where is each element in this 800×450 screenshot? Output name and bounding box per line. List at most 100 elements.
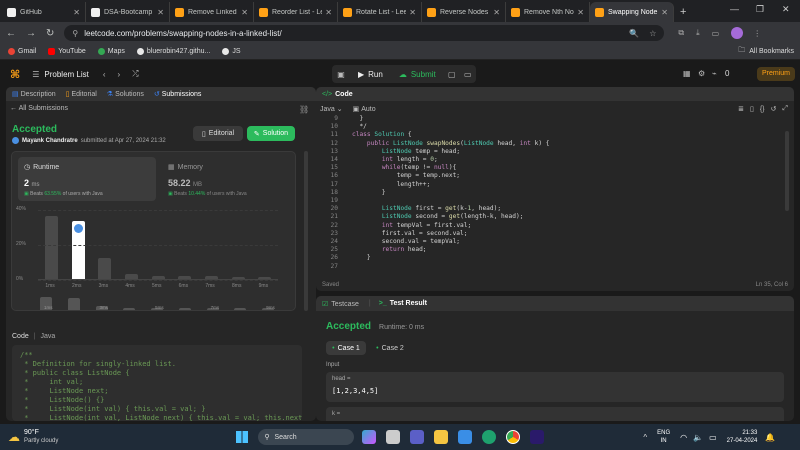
next-problem-icon[interactable]: › (118, 70, 121, 79)
format-icon[interactable]: ≣ (738, 105, 744, 113)
browser-tab[interactable]: Reorder List - Lee✕ (254, 2, 338, 22)
chart-range-slider[interactable]: 1ms 3ms 5ms 7ms 9ms (34, 295, 284, 310)
maximize-icon[interactable]: ❐ (756, 4, 764, 15)
tab-testcase[interactable]: ☑ Testcase (322, 300, 359, 308)
taskbar-search[interactable]: ⚲ Search (258, 429, 355, 445)
leetcode-logo[interactable]: ⌘ (10, 68, 20, 81)
tab-description[interactable]: ▤ Description (12, 90, 56, 98)
browser-tab[interactable]: Swapping Node ✕ (590, 2, 674, 22)
back-icon[interactable]: ← (6, 28, 16, 39)
browser-tab[interactable]: Reverse Nodes i ✕ (422, 2, 506, 22)
editorial-button[interactable]: ▯ Editorial (193, 126, 243, 141)
bar[interactable] (178, 275, 192, 279)
bar[interactable] (151, 275, 165, 279)
bookmark-js[interactable]: JS (222, 48, 241, 55)
edge-icon[interactable] (482, 430, 497, 444)
chrome-icon[interactable] (506, 430, 521, 444)
zoom-icon[interactable]: 🔍 (629, 29, 639, 38)
debug-icon[interactable]: ▣ (332, 70, 350, 79)
reload-icon[interactable]: ↻ (46, 28, 54, 39)
vscode-icon[interactable] (530, 430, 545, 444)
forward-icon[interactable]: → (26, 28, 36, 39)
tab-close-icon[interactable]: ✕ (241, 8, 248, 17)
case-1-tab[interactable]: • Case 1 (326, 341, 366, 355)
bar[interactable] (258, 277, 272, 279)
tab-test-result[interactable]: >_ Test Result (379, 300, 427, 307)
premium-button[interactable]: Premium (757, 67, 795, 81)
submit-button[interactable]: ☁ Submit (391, 70, 444, 79)
prev-problem-icon[interactable]: ‹ (103, 70, 106, 79)
tab-close-icon[interactable]: ✕ (325, 8, 332, 17)
input-language[interactable]: ENG IN (657, 429, 670, 445)
browser-tab[interactable]: GitHub ✕ (2, 2, 86, 22)
tab-close-icon[interactable]: ✕ (409, 8, 416, 17)
bookmark-youtube[interactable]: YouTube (48, 48, 86, 55)
download-icon[interactable]: ⤓ (696, 28, 700, 38)
windows-start-icon[interactable] (236, 431, 249, 443)
run-button[interactable]: ▶ Run (350, 70, 391, 79)
new-tab-button[interactable]: + (680, 6, 686, 18)
auto-mode-toggle[interactable]: ▣ Auto (353, 105, 376, 113)
language-select[interactable]: Java ⌄ (320, 105, 343, 113)
settings-icon[interactable]: ⚙ (698, 69, 705, 78)
runtime-card[interactable]: ◷ Runtime 2 ms ▣ Beats 63.55% of users wi… (18, 157, 156, 201)
profile-avatar[interactable] (731, 27, 744, 39)
tab-close-icon[interactable]: ✕ (661, 8, 668, 17)
feedback-icon[interactable]: ▭ (460, 70, 476, 79)
all-submissions-link[interactable]: ← All Submissions (10, 105, 68, 112)
browser-tab[interactable]: Remove Nth No ✕ (506, 2, 590, 22)
editor-scrollbar[interactable] (785, 131, 789, 211)
file-explorer-icon[interactable] (434, 430, 449, 444)
copilot-icon[interactable] (362, 430, 377, 444)
bar[interactable] (204, 275, 218, 279)
bar[interactable] (44, 216, 58, 279)
left-scrollbar[interactable] (304, 151, 308, 311)
problem-list-icon[interactable]: ☰ (32, 70, 39, 79)
tab-close-icon[interactable]: ✕ (73, 8, 80, 17)
notifications-icon[interactable]: 🔔 (765, 433, 775, 442)
tray-chevron-icon[interactable]: ^ (643, 433, 647, 442)
weather-icon[interactable]: ☁ (8, 430, 20, 444)
tab-close-icon[interactable]: ✕ (157, 8, 164, 17)
tab-close-icon[interactable]: ✕ (577, 8, 584, 17)
store-icon[interactable] (458, 430, 473, 444)
bar[interactable] (124, 273, 138, 279)
tab-close-icon[interactable]: ✕ (493, 8, 500, 17)
memory-card[interactable]: ▦ Memory 58.22 MB ▣ Beats 10.44% of users… (162, 157, 290, 201)
site-info-icon[interactable]: ⚲ (72, 29, 78, 38)
bar[interactable] (98, 258, 112, 279)
teams-icon[interactable] (410, 430, 425, 444)
case-2-tab[interactable]: • Case 2 (370, 341, 410, 355)
browser-tab[interactable]: DSA-Bootcamp ✕ (86, 2, 170, 22)
browser-tab[interactable]: Rotate List - Leet ✕ (338, 2, 422, 22)
bookmark-star-icon[interactable]: ☆ (649, 29, 656, 38)
chrome-menu-icon[interactable]: ⋮ (753, 29, 761, 38)
tab-editorial[interactable]: ▯ Editorial (66, 90, 97, 98)
meet-icon[interactable] (386, 430, 401, 444)
solution-button[interactable]: ✎ Solution (247, 126, 295, 141)
close-window-icon[interactable]: ✕ (782, 4, 790, 15)
bookmark-maps[interactable]: Maps (97, 48, 125, 55)
browser-tab[interactable]: Remove Linked L ✕ (170, 2, 254, 22)
wifi-icon[interactable]: ◠ (680, 433, 687, 442)
url-field[interactable]: ⚲ leetcode.com/problems/swapping-nodes-i… (64, 25, 665, 41)
braces-icon[interactable]: {} (760, 106, 765, 113)
layout-icon[interactable]: ▦ (683, 69, 691, 78)
minimize-icon[interactable]: — (730, 4, 739, 14)
extension-icon[interactable]: ⧉ (678, 28, 684, 38)
link-icon[interactable]: ⛓ (299, 105, 309, 114)
shuffle-icon[interactable]: ⤮ (132, 69, 138, 79)
bookmark-github-pages[interactable]: bluerobin427.githu... (136, 48, 210, 55)
bar-highlighted[interactable] (71, 221, 85, 279)
volume-icon[interactable]: 🔈 (693, 433, 703, 442)
reset-icon[interactable]: ↺ (771, 105, 777, 113)
author-name[interactable]: Mayank Chandratre (22, 138, 78, 144)
split-view-icon[interactable]: ▭ (712, 29, 720, 38)
battery-icon[interactable]: ▭ (709, 433, 717, 442)
clock[interactable]: 21:33 27-04-2024 (727, 429, 758, 445)
notes-icon[interactable]: ▢ (444, 70, 460, 79)
tab-submissions[interactable]: ↺ Submissions (154, 90, 202, 98)
weather-widget[interactable]: 90°F Partly cloudy (24, 429, 58, 445)
fullscreen-icon[interactable]: ⤢ (782, 105, 788, 113)
bookmark-icon[interactable]: ▯ (750, 105, 754, 113)
